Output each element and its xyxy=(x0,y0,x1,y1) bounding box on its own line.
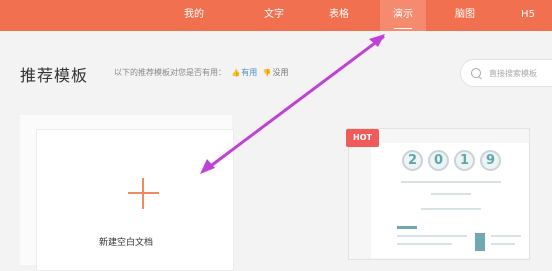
annotation-arrows xyxy=(200,34,385,174)
annotation-arrowhead-down xyxy=(200,159,215,174)
annotation-arrow-line xyxy=(210,35,385,167)
